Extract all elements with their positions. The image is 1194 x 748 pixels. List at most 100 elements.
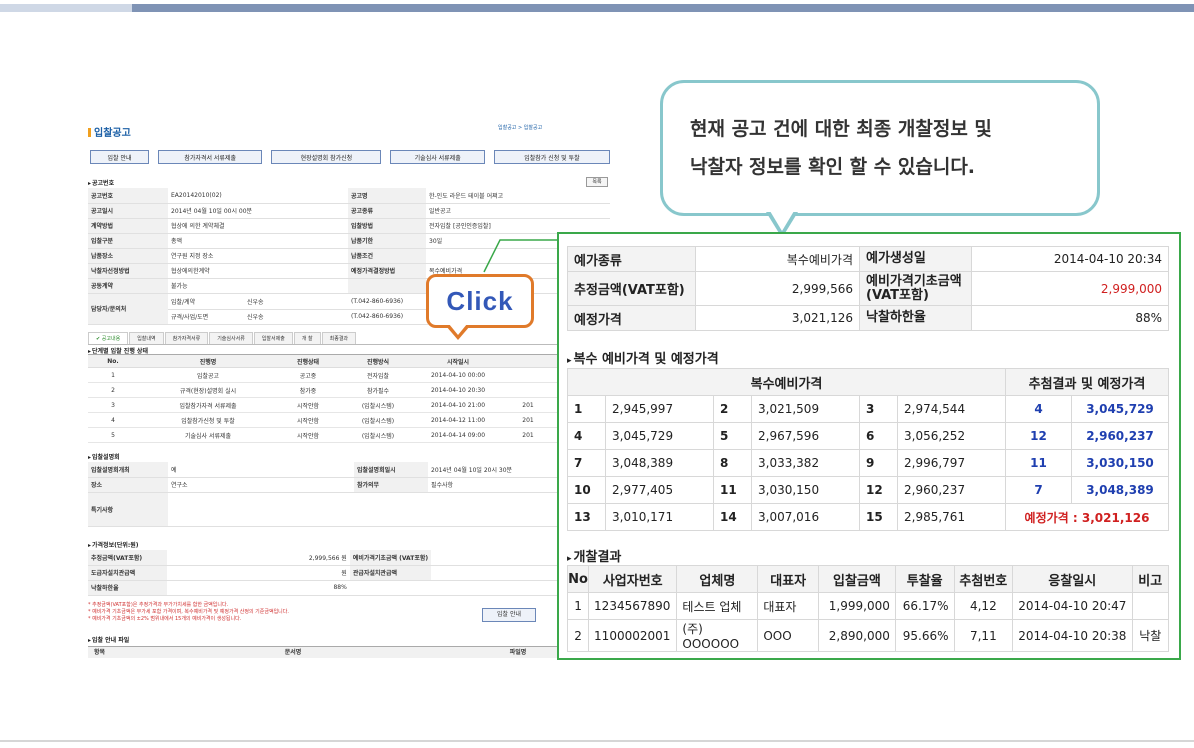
section-multi-price: 복수 예비가격 및 예정가격 [567, 348, 719, 367]
result-cell: 1234567890 [588, 592, 678, 620]
callout-text: 현재 공고 건에 대한 최종 개찰정보 및 낙찰자 정보를 확인 할 수 있습니… [690, 110, 992, 186]
summary-row: 예가종류 복수예비가격 예가생성일 2014-04-10 20:34 [567, 246, 1169, 272]
callout-tail-inner [770, 211, 794, 231]
multi-value: 3,030,150 [751, 476, 860, 504]
bid-result-table: No 사업자번호 업체명 대표자 입찰금액 투찰율 추첨번호 응찰일시 비고 1 12345678… [566, 565, 1170, 652]
multi-index: 5 [713, 422, 752, 450]
multi-price-row: 10 2,977,405 11 3,030,150 12 2,960,237 7 3,048,… [567, 476, 1169, 504]
multi-index: 11 [713, 476, 752, 504]
summary-label: 낙찰하한율 [859, 305, 972, 331]
multi-value: 3,056,252 [897, 422, 1006, 450]
result-col: 입찰금액 [818, 565, 896, 593]
result-cell: 7,11 [953, 619, 1014, 652]
planned-price: 예정가격 : 3,021,126 [1005, 503, 1169, 531]
summary-value: 복수예비가격 [695, 246, 860, 272]
multi-price-row: 7 3,048,389 8 3,033,382 9 2,996,797 11 3,030,15… [567, 449, 1169, 477]
multi-index: 10 [567, 476, 606, 504]
result-col: 투찰율 [894, 565, 955, 593]
multi-value: 2,974,544 [897, 395, 1006, 423]
multi-index: 2 [713, 395, 752, 423]
summary-label-line: (VAT포함) [866, 287, 929, 303]
summary-label: 예가종류 [567, 246, 696, 272]
summary-value: 88% [971, 305, 1169, 331]
summary-value: 3,021,126 [695, 305, 860, 331]
summary-label: 예가생성일 [859, 246, 972, 272]
summary-label-line: 예가생성일 [866, 251, 926, 266]
final-result-panel: 예가종류 복수예비가격 예가생성일 2014-04-10 20:34 추정금액(VAT포… [557, 232, 1181, 660]
multi-index: 1 [567, 395, 606, 423]
summary-row: 예정가격 3,021,126 낙찰하한율 88% [567, 305, 1169, 331]
multi-price-header: 복수예비가격 [567, 368, 1006, 396]
multi-value: 3,007,016 [751, 503, 860, 531]
result-cell: 4,12 [953, 592, 1014, 620]
multi-index: 15 [859, 503, 898, 531]
draw-result-header: 추첨결과 및 예정가격 [1005, 368, 1169, 396]
result-cell: 1 [566, 592, 590, 620]
multi-price-row: 1 2,945,997 2 3,021,509 3 2,974,544 4 3,045,729 [567, 395, 1169, 423]
result-col: 추첨번호 [953, 565, 1014, 593]
summary-value: 2,999,000 [971, 271, 1169, 306]
summary-label: 예비가격기초금액 (VAT포함) [859, 271, 972, 306]
bottom-divider [0, 740, 1194, 742]
summary-label-line: 예비가격기초금액 [866, 273, 962, 289]
result-cell: 테스트 업체 [676, 592, 759, 620]
multi-value: 2,945,997 [605, 395, 714, 423]
result-col: No [566, 565, 590, 593]
summary-row: 추정금액(VAT포함) 2,999,566 예비가격기초금액 (VAT포함) 2,999… [567, 271, 1169, 306]
multi-value: 3,010,171 [605, 503, 714, 531]
draw-value: 2,960,237 [1071, 422, 1169, 450]
draw-index: 4 [1005, 395, 1072, 423]
result-cell: 2 [566, 619, 590, 652]
draw-index: 11 [1005, 449, 1072, 477]
multi-index: 6 [859, 422, 898, 450]
multi-index: 8 [713, 449, 752, 477]
multi-value: 3,045,729 [605, 422, 714, 450]
result-cell: 66.17% [894, 592, 955, 620]
section-result: 개찰결과 [567, 546, 622, 565]
draw-index: 7 [1005, 476, 1072, 504]
multi-value: 2,977,405 [605, 476, 714, 504]
multi-price-row: 4 3,045,729 5 2,967,596 6 3,056,252 12 2,960,23… [567, 422, 1169, 450]
summary-value: 2014-04-10 20:34 [971, 246, 1169, 272]
result-cell: 2,890,000 [818, 619, 896, 652]
result-col: 사업자번호 [588, 565, 678, 593]
result-cell: 2014-04-10 20:38 [1012, 619, 1133, 652]
multi-index: 3 [859, 395, 898, 423]
draw-value: 3,045,729 [1071, 395, 1169, 423]
result-cell: 95.66% [894, 619, 955, 652]
callout-line: 현재 공고 건에 대한 최종 개찰정보 및 [690, 118, 992, 140]
multi-value: 2,996,797 [897, 449, 1006, 477]
result-cell: 대표자 [757, 592, 819, 620]
summary-label: 추정금액(VAT포함) [567, 271, 696, 306]
result-cell: (주) OOOOOO [676, 619, 759, 652]
multi-value: 3,048,389 [605, 449, 714, 477]
result-row: 1 1234567890 테스트 업체 대표자 1,999,000 66.17% 4,12 2… [566, 592, 1170, 620]
multi-index: 13 [567, 503, 606, 531]
multi-value: 2,967,596 [751, 422, 860, 450]
result-cell: OOO [757, 619, 819, 652]
result-col: 응찰일시 [1012, 565, 1133, 593]
multi-index: 9 [859, 449, 898, 477]
multi-index: 4 [567, 422, 606, 450]
summary-label: 예정가격 [567, 305, 696, 331]
result-col: 대표자 [757, 565, 819, 593]
callout-line: 낙찰자 정보를 확인 할 수 있습니다. [690, 156, 976, 178]
result-cell: 2014-04-10 20:47 [1012, 592, 1133, 620]
multi-index: 12 [859, 476, 898, 504]
price-summary-table: 예가종류 복수예비가격 예가생성일 2014-04-10 20:34 추정금액(VAT포… [567, 246, 1169, 331]
summary-value: 2,999,566 [695, 271, 860, 306]
result-col: 비고 [1131, 565, 1170, 593]
click-callout: Click [426, 274, 534, 328]
result-cell: 1,999,000 [818, 592, 896, 620]
multi-value: 3,033,382 [751, 449, 860, 477]
multi-value: 2,985,761 [897, 503, 1006, 531]
click-tail-inner [449, 324, 467, 335]
result-cell: 낙찰 [1131, 619, 1170, 652]
multi-index: 14 [713, 503, 752, 531]
result-cell: 1100002001 [588, 619, 678, 652]
result-col: 업체명 [676, 565, 759, 593]
multi-index: 7 [567, 449, 606, 477]
multi-value: 3,021,509 [751, 395, 860, 423]
result-cell [1131, 592, 1170, 620]
summary-label-line: 낙찰하한율 [866, 310, 926, 325]
